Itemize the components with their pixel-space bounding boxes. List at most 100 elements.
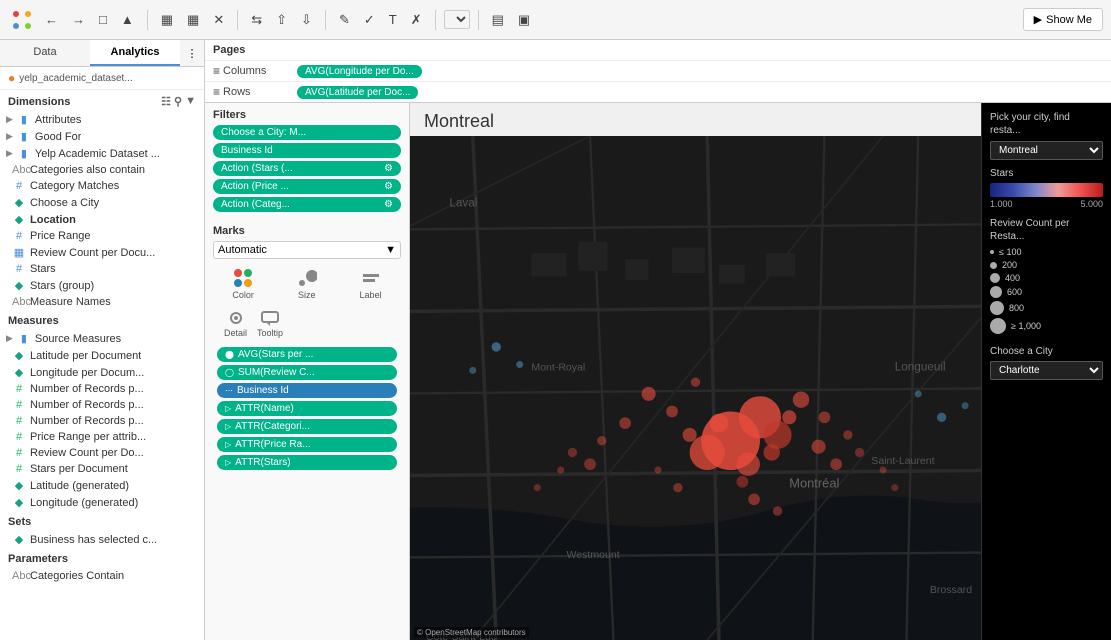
marks-size-btn[interactable]: Size: [294, 265, 320, 303]
right-panel: Pick your city, find resta... Montreal S…: [981, 103, 1111, 640]
sort-desc-btn[interactable]: ⇩: [296, 9, 317, 31]
mark-pill-categori[interactable]: ▷ ATTR(Categori...: [217, 419, 397, 434]
filter-action-stars[interactable]: Action (Stars (... ⚙: [213, 161, 401, 176]
panel-menu-btn[interactable]: ⋮: [180, 40, 204, 66]
filter-choose-city[interactable]: Choose a City: M...: [213, 125, 401, 140]
marks-label-btn[interactable]: Label: [357, 265, 385, 303]
mark-pill-name[interactable]: ▷ ATTR(Name): [217, 401, 397, 416]
meas-price-range[interactable]: # Price Range per attrib...: [0, 429, 204, 445]
filter-action-price[interactable]: Action (Price ... ⚙: [213, 179, 401, 194]
number-icon: #: [12, 415, 26, 427]
meas-lon[interactable]: ◆ Longitude per Docum...: [0, 364, 204, 381]
tooltip-dot3: ▷: [225, 440, 231, 449]
folder-icon: ▮: [17, 113, 31, 126]
mark-pill-price[interactable]: ▷ ATTR(Price Ra...: [217, 437, 397, 452]
layout-btn[interactable]: ▤: [487, 9, 509, 31]
marks-detail-btn[interactable]: Detail: [221, 307, 250, 341]
svg-text:Brossard: Brossard: [930, 584, 972, 596]
dropdown-arrow: ▼: [385, 244, 396, 256]
highlight-btn[interactable]: ✓: [359, 9, 380, 31]
city-dropdown[interactable]: Montreal: [990, 141, 1103, 160]
duplicate-btn[interactable]: ▦: [182, 9, 204, 31]
dim-location[interactable]: ◆ Location: [0, 211, 204, 228]
columns-row: ≡ Columns AVG(Longitude per Do...: [205, 61, 1111, 82]
dim-good-for[interactable]: ▶ ▮ Good For: [0, 128, 204, 145]
marks-tooltip-btn[interactable]: Tooltip: [254, 307, 286, 341]
dimensions-grid-icon[interactable]: ☷: [161, 95, 171, 108]
text-icon: Abc: [12, 164, 26, 176]
dimensions-header: Dimensions ☷ ⚲ ▼: [0, 90, 204, 111]
size-circle-3: [990, 273, 1000, 283]
meas-lat-gen[interactable]: ◆ Latitude (generated): [0, 477, 204, 494]
forward-btn[interactable]: →: [67, 9, 90, 30]
format-btn[interactable]: ✗: [406, 9, 427, 31]
set-business[interactable]: ◆ Business has selected c...: [0, 531, 204, 548]
dimensions-search-icon[interactable]: ⚲: [174, 95, 182, 108]
dim-stars[interactable]: # Stars: [0, 261, 204, 277]
dimensions-menu-icon[interactable]: ▼: [185, 95, 196, 108]
filter-action-categ[interactable]: Action (Categ... ⚙: [213, 197, 401, 212]
label-btn[interactable]: T: [384, 9, 402, 30]
dim-price-range[interactable]: # Price Range: [0, 228, 204, 244]
svg-text:Laval: Laval: [449, 196, 477, 209]
datasource-name: yelp_academic_dataset...: [19, 73, 132, 84]
view-select[interactable]: [444, 10, 470, 29]
map-container[interactable]: Laval Longueuil Montréal Mont-Royal Sain…: [410, 136, 981, 640]
detail-dot: ⋯: [225, 386, 233, 395]
meas-num1[interactable]: # Number of Records p...: [0, 381, 204, 397]
folder-icon: ▮: [17, 147, 31, 160]
review-count-title: Review Count per Resta...: [990, 217, 1103, 243]
home-btn[interactable]: □: [94, 9, 112, 30]
number-icon: #: [12, 180, 26, 192]
mark-pill-review[interactable]: ◯ SUM(Review C...: [217, 365, 397, 380]
number-icon: #: [12, 383, 26, 395]
mark-pill-stars-attr[interactable]: ▷ ATTR(Stars): [217, 455, 397, 470]
clear-btn[interactable]: ✕: [208, 9, 229, 31]
app-logo: [8, 6, 36, 34]
sep1: [147, 10, 148, 30]
arrow-icon: ▶: [6, 114, 13, 125]
device-btn[interactable]: ▣: [513, 9, 535, 31]
meas-lon-gen[interactable]: ◆ Longitude (generated): [0, 494, 204, 511]
meas-review[interactable]: # Review Count per Do...: [0, 445, 204, 461]
meas-stars-doc[interactable]: # Stars per Document: [0, 461, 204, 477]
marks-type-dropdown[interactable]: Automatic ▼: [213, 241, 401, 259]
param-categories[interactable]: Abc Categories Contain: [0, 568, 204, 584]
tab-analytics[interactable]: Analytics: [90, 40, 180, 66]
dim-review-count[interactable]: ▦ Review Count per Docu...: [0, 244, 204, 261]
columns-pill[interactable]: AVG(Longitude per Do...: [297, 65, 422, 78]
tab-data[interactable]: Data: [0, 40, 90, 66]
show-me-button[interactable]: ▶ Show Me: [1023, 8, 1103, 31]
dim-choose-city[interactable]: ◆ Choose a City: [0, 194, 204, 211]
meas-lat[interactable]: ◆ Latitude per Document: [0, 347, 204, 364]
sort-asc-btn[interactable]: ⇧: [271, 9, 292, 31]
marks-color-btn[interactable]: Color: [229, 265, 257, 303]
swap-btn[interactable]: ⇆: [246, 9, 267, 31]
filters-section: Filters Choose a City: M... Business Id …: [205, 103, 409, 221]
annotate-btn[interactable]: ✎: [334, 9, 355, 31]
meas-num2[interactable]: # Number of Records p...: [0, 397, 204, 413]
save-btn[interactable]: ▲: [116, 9, 139, 30]
sets-header: Sets: [0, 511, 204, 531]
dim-category-matches[interactable]: # Category Matches: [0, 178, 204, 194]
back-btn[interactable]: ←: [40, 9, 63, 30]
dim-categories-contain[interactable]: Abc Categories also contain: [0, 162, 204, 178]
dim-measure-names[interactable]: Abc Measure Names: [0, 294, 204, 310]
marks-title: Marks: [213, 225, 401, 237]
parameters-header: Parameters: [0, 548, 204, 568]
city-select-dropdown[interactable]: Charlotte: [990, 361, 1103, 380]
geo-icon: ◆: [12, 213, 26, 226]
rows-pill[interactable]: AVG(Latitude per Doc...: [297, 86, 418, 99]
dim-yelp-dataset[interactable]: ▶ ▮ Yelp Academic Dataset ...: [0, 145, 204, 162]
meas-num3[interactable]: # Number of Records p...: [0, 413, 204, 429]
tooltip-icon: [260, 310, 280, 326]
arrow-icon: ▶: [6, 148, 13, 159]
columns-icon: ≡: [213, 64, 220, 78]
chart-btn[interactable]: ▦: [156, 9, 178, 31]
dim-attributes[interactable]: ▶ ▮ Attributes: [0, 111, 204, 128]
mark-pill-business[interactable]: ⋯ Business Id: [217, 383, 397, 398]
meas-source[interactable]: ▶ ▮ Source Measures: [0, 330, 204, 347]
mark-pill-stars[interactable]: ⬤ AVG(Stars per ...: [217, 347, 397, 362]
filter-business-id[interactable]: Business Id: [213, 143, 401, 158]
dim-stars-group[interactable]: ◆ Stars (group): [0, 277, 204, 294]
